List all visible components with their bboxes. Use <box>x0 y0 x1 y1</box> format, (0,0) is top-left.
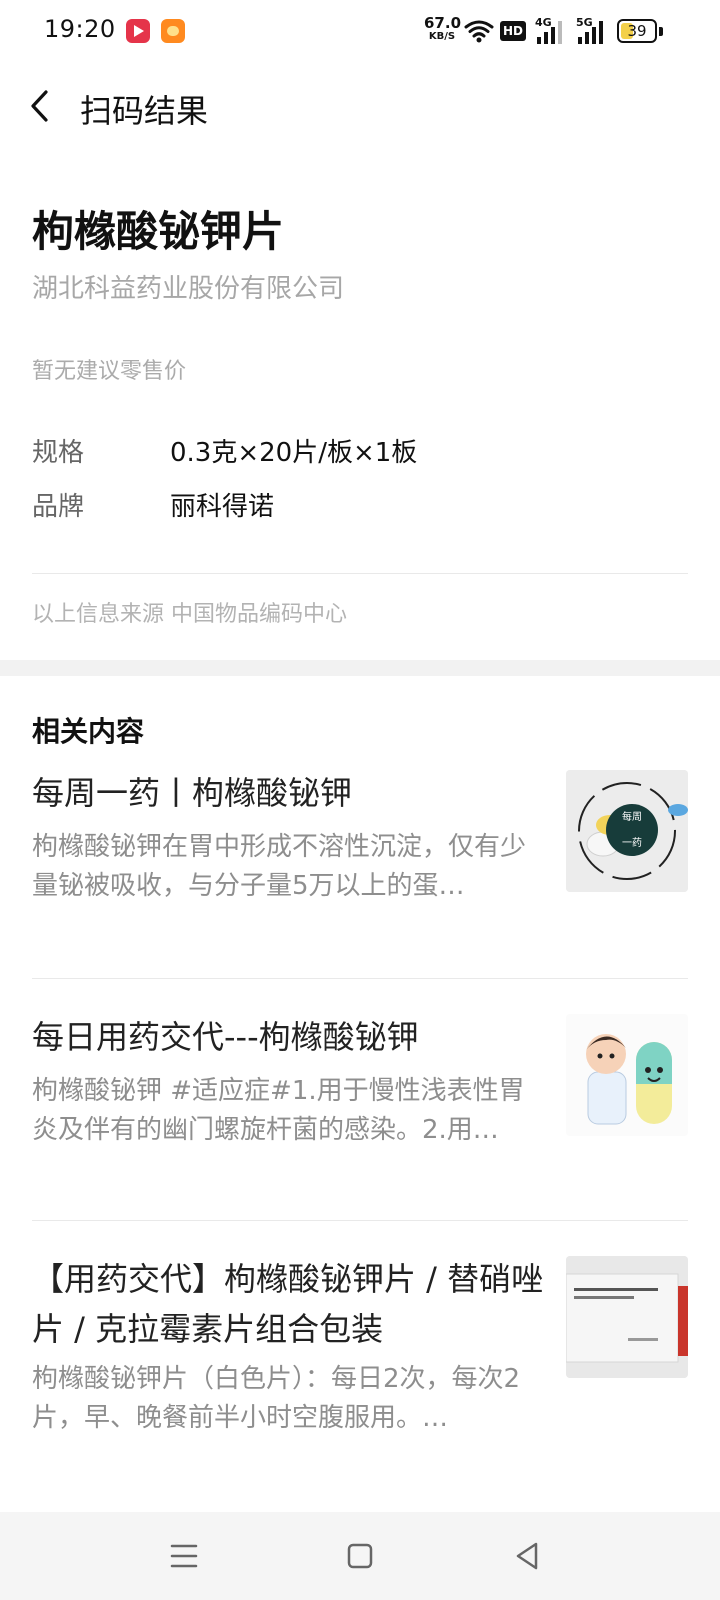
battery-icon: 39 <box>617 19 657 43</box>
hd-voice-badge: HD <box>500 21 527 41</box>
status-bar: 19:20 67.0 KB/S HD 4G 5G 39 <box>0 0 720 64</box>
medicine-box-photo-icon <box>566 1256 688 1378</box>
divider <box>32 1220 688 1221</box>
article-summary: 枸橼酸铋钾在胃中形成不溶性沉淀，仅有少量铋被吸收，与分子量5万以上的蛋… <box>32 832 527 901</box>
article-title: 每日用药交代---枸橼酸铋钾 <box>32 1018 419 1056</box>
article-title: 每周一药丨枸橼酸铋钾 <box>32 774 353 812</box>
triangle-back-icon <box>516 1542 538 1570</box>
home-button[interactable] <box>338 1534 382 1578</box>
divider <box>32 573 688 574</box>
spec-value: 0.3克×20片/板×1板 <box>170 438 418 468</box>
shopping-app-icon <box>161 19 185 43</box>
network-speed-unit: KB/S <box>428 31 456 42</box>
related-article-1[interactable]: 每周一药丨枸橼酸铋钾 枸橼酸铋钾在胃中形成不溶性沉淀，仅有少量铋被吸收，与分子量… <box>0 766 720 956</box>
square-icon <box>347 1543 373 1569</box>
product-company: 湖北科益药业股份有限公司 <box>32 274 345 304</box>
article-summary: 枸橼酸铋钾片（白色片）：每日2次，每次2片，早、晚餐前半小时空腹服用。… <box>32 1364 521 1433</box>
battery-cap <box>659 27 663 36</box>
network-speed: 67.0 KB/S <box>424 14 462 42</box>
spec-value: 丽科得诺 <box>170 492 275 522</box>
status-time: 19:20 <box>44 15 116 43</box>
recent-apps-button[interactable] <box>162 1534 206 1578</box>
divider <box>32 978 688 979</box>
app-header: 扫码结果 <box>0 64 720 150</box>
spec-label: 规格 <box>32 438 85 468</box>
signal-4g-icon: 4G <box>535 16 565 50</box>
signal-5g-label: 5G <box>576 16 593 29</box>
article-thumbnail: 每周 一药 <box>566 770 688 892</box>
svg-text:每周: 每周 <box>622 810 642 823</box>
spec-label: 品牌 <box>32 492 85 522</box>
related-section-title: 相关内容 <box>32 715 145 748</box>
related-article-2[interactable]: 每日用药交代---枸橼酸铋钾 枸橼酸铋钾 #适应症#1.用于慢性浅表性胃炎及伴有… <box>0 1010 720 1200</box>
signal-5g-icon: 5G <box>576 16 606 50</box>
article-thumbnail <box>566 1256 688 1378</box>
battery-level-text: 39 <box>627 22 647 40</box>
video-app-icon <box>126 19 150 43</box>
network-speed-value: 67.0 <box>424 14 462 32</box>
system-navigation-bar <box>0 1512 720 1600</box>
signal-4g-label: 4G <box>535 16 552 29</box>
page-title: 扫码结果 <box>80 92 209 130</box>
doctor-pill-cartoon-icon <box>566 1014 688 1136</box>
svg-text:一药: 一药 <box>622 837 642 849</box>
chevron-left-icon <box>31 90 48 122</box>
section-separator <box>0 660 720 676</box>
pill-illustration-icon: 每周 一药 <box>566 770 688 892</box>
back-button[interactable] <box>24 84 64 128</box>
product-name: 枸橼酸铋钾片 <box>32 207 285 256</box>
back-nav-button[interactable] <box>506 1534 550 1578</box>
article-title: 【用药交代】枸橼酸铋钾片 / 替硝唑片 / 克拉霉素片组合包装 <box>32 1260 544 1348</box>
menu-icon <box>170 1544 198 1568</box>
article-summary: 枸橼酸铋钾 #适应症#1.用于慢性浅表性胃炎及伴有的幽门螺旋杆菌的感染。2.用… <box>32 1076 525 1145</box>
product-price-note: 暂无建议零售价 <box>32 359 187 384</box>
article-thumbnail <box>566 1014 688 1136</box>
wifi-icon <box>464 20 494 43</box>
data-source-note: 以上信息来源 中国物品编码中心 <box>32 602 347 627</box>
related-article-3[interactable]: 【用药交代】枸橼酸铋钾片 / 替硝唑片 / 克拉霉素片组合包装 枸橼酸铋钾片（白… <box>0 1252 720 1452</box>
